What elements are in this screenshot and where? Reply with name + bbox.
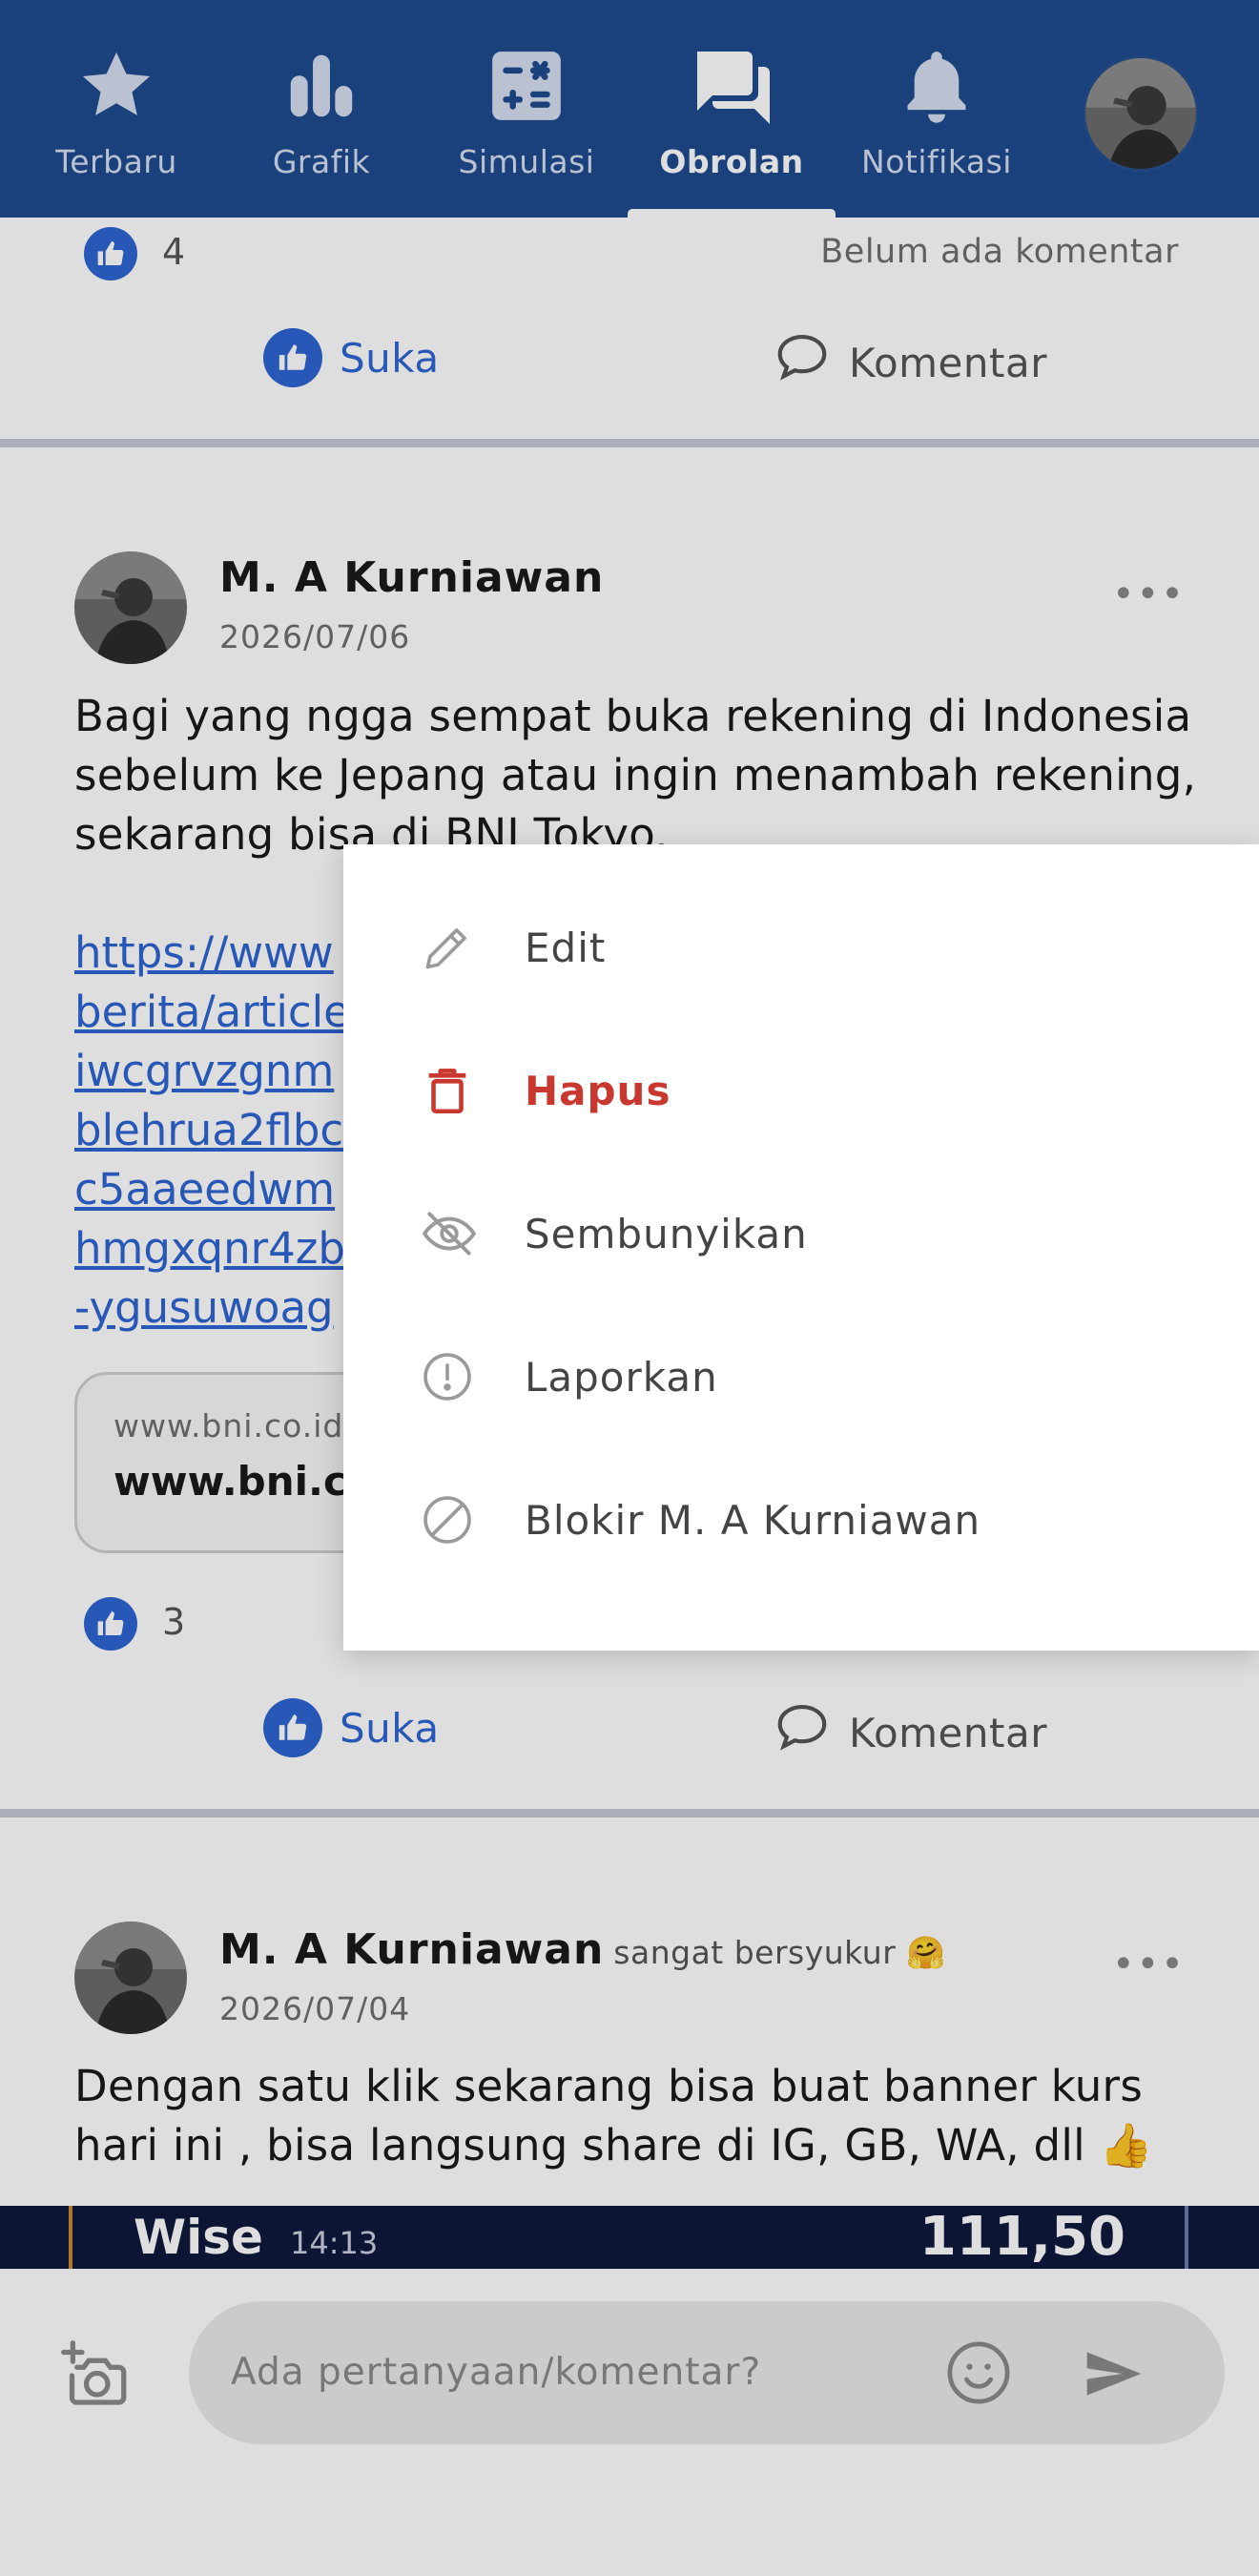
menu-item-label: Sembunyikan [525, 1210, 808, 1257]
menu-item-report[interactable]: Laporkan [343, 1305, 1259, 1448]
menu-item-edit[interactable]: Edit [343, 876, 1259, 1019]
menu-item-delete[interactable]: Hapus [343, 1019, 1259, 1162]
eye-off-icon [420, 1204, 525, 1263]
menu-item-label: Edit [525, 924, 607, 971]
alert-circle-icon [420, 1349, 525, 1404]
pencil-icon [420, 920, 525, 975]
menu-item-label: Blokir M. A Kurniawan [525, 1496, 981, 1544]
menu-item-label: Hapus [525, 1067, 671, 1114]
menu-item-block[interactable]: Blokir M. A Kurniawan [343, 1448, 1259, 1591]
menu-item-hide[interactable]: Sembunyikan [343, 1162, 1259, 1305]
menu-item-label: Laporkan [525, 1353, 718, 1401]
post-options-menu: Edit Hapus Sembunyikan Laporkan Blokir M… [343, 844, 1259, 1651]
trash-icon [420, 1063, 525, 1118]
block-icon [420, 1492, 525, 1548]
